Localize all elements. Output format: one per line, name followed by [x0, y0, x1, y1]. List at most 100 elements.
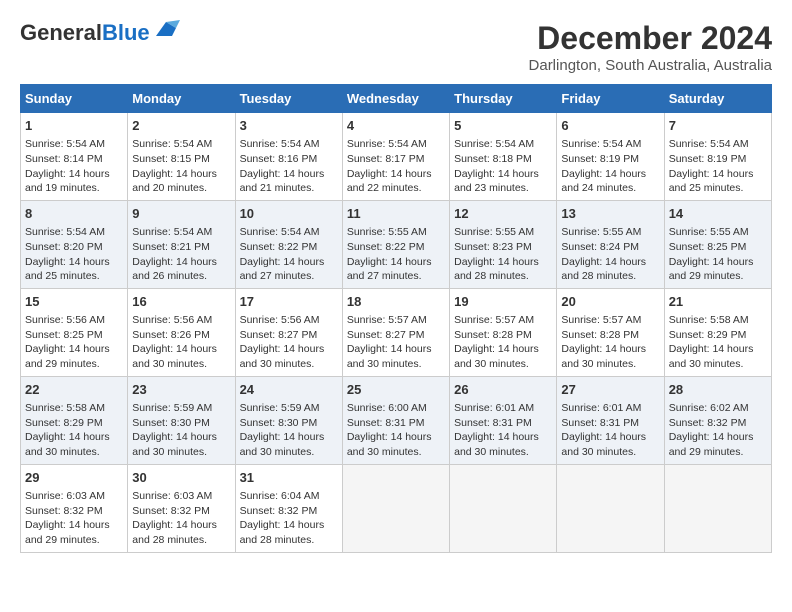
day-info-line: Sunset: 8:31 PM: [561, 416, 659, 431]
day-number: 1: [25, 117, 123, 135]
day-number: 27: [561, 381, 659, 399]
day-info-line: Daylight: 14 hours: [561, 430, 659, 445]
day-info-line: Sunset: 8:29 PM: [669, 328, 767, 343]
day-info-line: and 29 minutes.: [669, 445, 767, 460]
calendar-cell: 11 Sunrise: 5:55 AMSunset: 8:22 PMDayligh…: [342, 200, 449, 288]
day-info-line: Sunrise: 5:54 AM: [25, 137, 123, 152]
day-info-line: Daylight: 14 hours: [132, 430, 230, 445]
day-info-line: Sunset: 8:27 PM: [240, 328, 338, 343]
day-info-line: Sunset: 8:20 PM: [25, 240, 123, 255]
day-info-line: Sunrise: 5:56 AM: [132, 313, 230, 328]
day-number: 24: [240, 381, 338, 399]
day-info-line: Sunrise: 5:54 AM: [25, 225, 123, 240]
day-number: 20: [561, 293, 659, 311]
day-info-line: and 27 minutes.: [240, 269, 338, 284]
day-info-line: and 30 minutes.: [132, 357, 230, 372]
day-info-line: and 28 minutes.: [561, 269, 659, 284]
day-info-line: and 29 minutes.: [25, 357, 123, 372]
calendar-cell: 5Sunrise: 5:54 AMSunset: 8:18 PMDaylight…: [450, 113, 557, 201]
calendar-cell: [342, 464, 449, 552]
day-info-line: Daylight: 14 hours: [669, 167, 767, 182]
day-info-line: and 30 minutes.: [454, 357, 552, 372]
day-info-line: Sunrise: 5:54 AM: [240, 137, 338, 152]
day-info-line: Sunrise: 5:57 AM: [454, 313, 552, 328]
day-info-line: and 24 minutes.: [561, 181, 659, 196]
day-info-line: Daylight: 14 hours: [669, 255, 767, 270]
day-number: 5: [454, 117, 552, 135]
day-info-line: Sunset: 8:18 PM: [454, 152, 552, 167]
calendar-cell: 1Sunrise: 5:54 AMSunset: 8:14 PMDaylight…: [21, 113, 128, 201]
day-info-line: Sunset: 8:22 PM: [347, 240, 445, 255]
day-info-line: and 30 minutes.: [561, 445, 659, 460]
day-info-line: and 21 minutes.: [240, 181, 338, 196]
day-info-line: and 22 minutes.: [347, 181, 445, 196]
day-info-line: and 30 minutes.: [25, 445, 123, 460]
day-info-line: Sunrise: 5:55 AM: [561, 225, 659, 240]
day-info-line: Daylight: 14 hours: [347, 255, 445, 270]
day-info-line: and 28 minutes.: [240, 533, 338, 548]
day-info-line: Daylight: 14 hours: [454, 167, 552, 182]
calendar-cell: 30Sunrise: 6:03 AMSunset: 8:32 PMDayligh…: [128, 464, 235, 552]
month-title: December 2024: [529, 20, 772, 57]
day-info-line: Sunset: 8:22 PM: [240, 240, 338, 255]
day-info-line: Sunrise: 6:03 AM: [25, 489, 123, 504]
day-info-line: Daylight: 14 hours: [561, 342, 659, 357]
calendar-cell: 6Sunrise: 5:54 AMSunset: 8:19 PMDaylight…: [557, 113, 664, 201]
weekday-header-tuesday: Tuesday: [235, 85, 342, 113]
logo-text: GeneralBlue: [20, 20, 150, 46]
day-info-line: Sunrise: 5:58 AM: [669, 313, 767, 328]
day-info-line: Daylight: 14 hours: [347, 167, 445, 182]
day-number: 14: [669, 205, 767, 223]
calendar-cell: 15Sunrise: 5:56 AMSunset: 8:25 PMDayligh…: [21, 288, 128, 376]
day-info-line: Sunset: 8:17 PM: [347, 152, 445, 167]
calendar-cell: [664, 464, 771, 552]
day-info-line: and 30 minutes.: [454, 445, 552, 460]
day-info-line: and 30 minutes.: [347, 357, 445, 372]
day-info-line: Sunrise: 5:55 AM: [454, 225, 552, 240]
calendar-cell: 9Sunrise: 5:54 AMSunset: 8:21 PMDaylight…: [128, 200, 235, 288]
day-info-line: Daylight: 14 hours: [454, 342, 552, 357]
day-info-line: and 30 minutes.: [347, 445, 445, 460]
day-info-line: Sunset: 8:25 PM: [25, 328, 123, 343]
day-number: 17: [240, 293, 338, 311]
day-info-line: Sunset: 8:31 PM: [454, 416, 552, 431]
weekday-header-friday: Friday: [557, 85, 664, 113]
day-number: 15: [25, 293, 123, 311]
day-info-line: and 26 minutes.: [132, 269, 230, 284]
day-number: 22: [25, 381, 123, 399]
day-number: 31: [240, 469, 338, 487]
day-info-line: Daylight: 14 hours: [240, 167, 338, 182]
day-info-line: Sunset: 8:28 PM: [454, 328, 552, 343]
day-info-line: Sunrise: 5:55 AM: [669, 225, 767, 240]
day-info-line: Sunrise: 5:54 AM: [561, 137, 659, 152]
day-info-line: Daylight: 14 hours: [25, 167, 123, 182]
day-info-line: Sunset: 8:23 PM: [454, 240, 552, 255]
day-info-line: Sunrise: 6:02 AM: [669, 401, 767, 416]
day-number: 28: [669, 381, 767, 399]
day-info-line: and 30 minutes.: [240, 357, 338, 372]
day-number: 11: [347, 205, 445, 223]
page-header: GeneralBlue December 2024 Darlington, So…: [20, 20, 772, 74]
day-number: 3: [240, 117, 338, 135]
day-info-line: Sunrise: 6:03 AM: [132, 489, 230, 504]
day-info-line: Sunrise: 6:04 AM: [240, 489, 338, 504]
day-info-line: Daylight: 14 hours: [240, 255, 338, 270]
week-row-3: 15 Sunrise: 5:56 AM Sunset: 8:25 PM Dayligh…: [21, 288, 772, 376]
calendar-cell: 24Sunrise: 5:59 AMSunset: 8:30 PMDayligh…: [235, 376, 342, 464]
day-number: 19: [454, 293, 552, 311]
day-info-line: Sunrise: 5:55 AM: [347, 225, 445, 240]
day-number: 21: [669, 293, 767, 311]
day-info-line: Sunset: 8:30 PM: [240, 416, 338, 431]
day-info-line: and 23 minutes.: [454, 181, 552, 196]
day-info-line: Daylight: 14 hours: [132, 167, 230, 182]
calendar-cell: 12Sunrise: 5:55 AMSunset: 8:23 PMDayligh…: [450, 200, 557, 288]
calendar-cell: 21Sunrise: 5:58 AMSunset: 8:29 PMDayligh…: [664, 288, 771, 376]
calendar-cell: 31Sunrise: 6:04 AMSunset: 8:32 PMDayligh…: [235, 464, 342, 552]
day-info-line: Sunset: 8:32 PM: [25, 504, 123, 519]
day-number: 8: [25, 205, 123, 223]
day-info-line: Daylight: 14 hours: [454, 255, 552, 270]
day-info-line: Sunrise: 5:56 AM: [240, 313, 338, 328]
day-info-line: and 20 minutes.: [132, 181, 230, 196]
day-info-line: Sunset: 8:24 PM: [561, 240, 659, 255]
day-info-line: and 28 minutes.: [132, 533, 230, 548]
